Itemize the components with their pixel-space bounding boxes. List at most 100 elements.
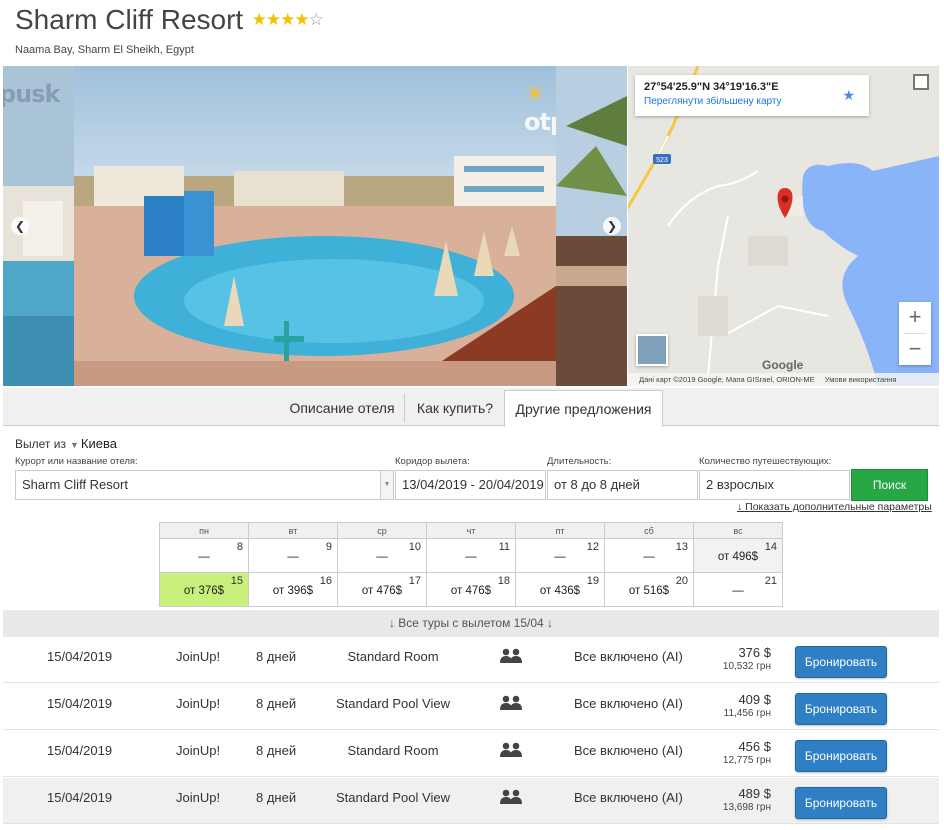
star-filled-icon: ★ bbox=[265, 10, 281, 29]
gallery-main-photo[interactable]: ☀otpusk bbox=[74, 66, 556, 386]
calendar-day[interactable]: 9— bbox=[248, 538, 338, 573]
price-usd: 409 $ bbox=[738, 692, 771, 707]
watermark-logo-left: otpusk bbox=[3, 80, 60, 108]
calendar-day[interactable]: 10— bbox=[337, 538, 427, 573]
weekday-header: вт bbox=[248, 522, 338, 539]
weekday-header: сб bbox=[604, 522, 694, 539]
search-button[interactable]: Поиск bbox=[851, 469, 928, 501]
tour-operator: JoinUp! bbox=[176, 743, 221, 758]
calendar-weekdays: пн вт ср чт пт сб вс bbox=[159, 522, 783, 539]
calendar-day[interactable]: 19 от 436$ bbox=[515, 572, 605, 607]
photo-gallery[interactable]: ☀otpusk otpusk ❮ ❯ bbox=[3, 66, 627, 386]
hotel-location: Naama Bay, Sharm El Sheikh, Egypt bbox=[15, 44, 194, 56]
price-uah: 11,456 грн bbox=[723, 708, 771, 719]
calendar-day[interactable]: 21— bbox=[693, 572, 783, 607]
book-button[interactable]: Бронировать bbox=[795, 646, 887, 678]
meal-plan: Все включено (AI) bbox=[574, 696, 683, 711]
tour-duration: 8 дней bbox=[256, 743, 297, 758]
gallery-next-arrow-icon[interactable]: ❯ bbox=[603, 217, 621, 235]
road-shield: 523 bbox=[656, 157, 668, 164]
tour-row: 15/04/2019 JoinUp! 8 дней Standard Room … bbox=[3, 637, 939, 683]
satellite-toggle[interactable] bbox=[636, 334, 668, 366]
meal-plan: Все включено (AI) bbox=[574, 649, 683, 664]
two-adults-icon bbox=[499, 648, 523, 667]
travelers-label: Количество путешествующих: bbox=[699, 456, 832, 467]
weekday-header: ср bbox=[337, 522, 427, 539]
departure-selector[interactable]: Вылет из ▼ Киева bbox=[15, 436, 117, 451]
gallery-prev-arrow-icon[interactable]: ❮ bbox=[11, 217, 29, 235]
weekday-header: чт bbox=[426, 522, 516, 539]
tour-operator: JoinUp! bbox=[176, 649, 221, 664]
resort-label: Курорт или название отеля: bbox=[15, 456, 138, 467]
calendar-day[interactable]: 12— bbox=[515, 538, 605, 573]
tab-other-offers[interactable]: Другие предложения bbox=[504, 390, 663, 427]
calendar-day[interactable]: 11— bbox=[426, 538, 516, 573]
hotel-title: Sharm Cliff Resort bbox=[15, 4, 244, 35]
room-type: Standard Room bbox=[347, 649, 439, 664]
tour-duration: 8 дней bbox=[256, 790, 297, 805]
dropdown-arrow-icon[interactable]: ▼ bbox=[380, 471, 393, 499]
meal-plan: Все включено (AI) bbox=[574, 743, 683, 758]
calendar-day[interactable]: 17 от 476$ bbox=[337, 572, 427, 607]
more-params-link[interactable]: ↓ Показать дополнительные параметры bbox=[737, 501, 932, 513]
price-calendar: пн вт ср чт пт сб вс 8— 9— 10— 11— 12— 1… bbox=[159, 522, 783, 607]
save-star-icon[interactable]: ★ bbox=[842, 87, 855, 104]
price-uah: 12,775 грн bbox=[722, 755, 771, 766]
tour-price: 456 $12,775 грн bbox=[703, 739, 771, 766]
resort-value: Sharm Cliff Resort bbox=[22, 477, 128, 492]
calendar-week: 8— 9— 10— 11— 12— 13— 14 от 496$ bbox=[159, 538, 783, 573]
hotel-map[interactable]: 523 27°54'25.9"N 34°19'16.3"E Переглянут… bbox=[628, 66, 939, 386]
resort-input[interactable]: Sharm Cliff Resort ▼ bbox=[15, 470, 394, 500]
tour-row: 15/04/2019 JoinUp! 8 дней Standard Pool … bbox=[3, 684, 939, 730]
tour-price: 489 $13,698 грн bbox=[703, 786, 771, 813]
tour-date: 15/04/2019 bbox=[47, 696, 113, 711]
two-adults-icon bbox=[499, 742, 523, 761]
tour-operator: JoinUp! bbox=[176, 696, 221, 711]
results-header[interactable]: ↓ Все туры с вылетом 15/04 ↓ bbox=[3, 610, 939, 637]
calendar-day-selected[interactable]: 15 от 376$ bbox=[159, 572, 249, 607]
tab-how-to-buy[interactable]: Как купить? bbox=[407, 390, 503, 426]
calendar-week: 15 от 376$ 16 от 396$ 17 от 476$ 18 от 476$ … bbox=[159, 572, 783, 607]
tabs-bar: Описание отеля Как купить? Другие предло… bbox=[3, 388, 939, 427]
calendar-day[interactable]: 18 от 476$ bbox=[426, 572, 516, 607]
star-filled-icon: ★ bbox=[294, 10, 309, 29]
price-usd: 489 $ bbox=[738, 786, 771, 801]
weekday-header: вс bbox=[693, 522, 783, 539]
book-button[interactable]: Бронировать bbox=[795, 740, 887, 772]
calendar-day[interactable]: 14 от 496$ bbox=[693, 538, 783, 573]
tab-hotel-description[interactable]: Описание отеля bbox=[281, 390, 403, 426]
tab-divider bbox=[404, 394, 405, 422]
two-adults-icon bbox=[499, 789, 523, 808]
two-adults-icon bbox=[499, 695, 523, 714]
book-button[interactable]: Бронировать bbox=[795, 693, 887, 725]
meal-plan: Все включено (AI) bbox=[574, 790, 683, 805]
star-empty-icon: ☆ bbox=[308, 10, 324, 29]
map-attribution: Дані карт ©2019 Google, Мапа GISrael, OR… bbox=[628, 373, 939, 386]
tour-duration: 8 дней bbox=[256, 649, 297, 664]
duration-input[interactable]: от 8 до 8 дней bbox=[547, 470, 698, 500]
price-uah: 13,698 грн bbox=[722, 802, 771, 813]
calendar-day[interactable]: 13— bbox=[604, 538, 694, 573]
tour-date: 15/04/2019 bbox=[47, 743, 113, 758]
weekday-header: пн bbox=[159, 522, 249, 539]
tour-price: 409 $11,456 грн bbox=[703, 692, 771, 719]
calendar-day[interactable]: 16 от 396$ bbox=[248, 572, 338, 607]
zoom-out-button[interactable]: − bbox=[899, 334, 931, 365]
dates-input[interactable]: 13/04/2019 - 20/04/2019 bbox=[395, 470, 546, 500]
price-usd: 456 $ bbox=[738, 739, 771, 754]
room-type: Standard Pool View bbox=[336, 790, 450, 805]
calendar-day[interactable]: 20 от 516$ bbox=[604, 572, 694, 607]
book-button[interactable]: Бронировать bbox=[795, 787, 887, 819]
price-usd: 376 $ bbox=[738, 645, 771, 660]
google-logo: Google bbox=[762, 358, 804, 372]
fullscreen-icon[interactable] bbox=[913, 74, 929, 90]
star-filled-icon: ★ bbox=[280, 10, 295, 29]
zoom-in-button[interactable]: + bbox=[899, 302, 931, 333]
map-terms-link[interactable]: Умови використання bbox=[825, 375, 897, 384]
departure-city[interactable]: Киева bbox=[81, 436, 117, 451]
calendar-day[interactable]: 8— bbox=[159, 538, 249, 573]
view-larger-map-link[interactable]: Переглянути збільшену карту bbox=[644, 96, 860, 107]
watermark-logo: ☀otpusk bbox=[524, 80, 556, 136]
travelers-input[interactable]: 2 взрослых bbox=[699, 470, 850, 500]
room-type: Standard Pool View bbox=[336, 696, 450, 711]
